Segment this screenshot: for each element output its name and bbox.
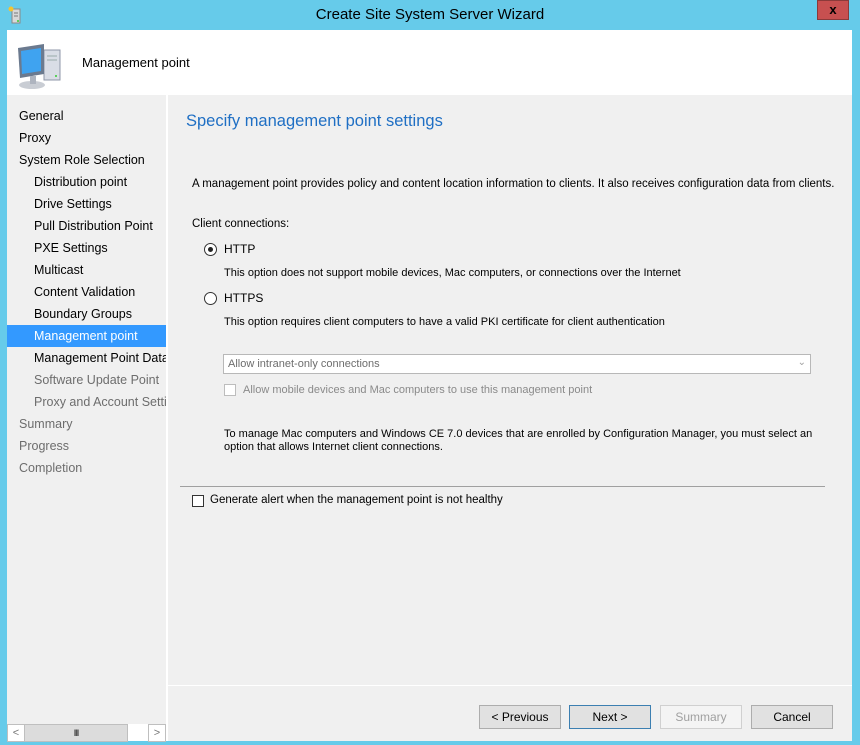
sidebar-item-label: Management point bbox=[34, 329, 138, 343]
sidebar-item-label: Proxy and Account Settin bbox=[34, 395, 166, 409]
sidebar-item-label: Progress bbox=[19, 439, 70, 453]
sidebar-item[interactable]: Summary bbox=[7, 413, 166, 435]
sidebar-item-label: Distribution point bbox=[34, 175, 128, 189]
sidebar-item[interactable]: Proxy and Account Settin bbox=[7, 391, 166, 413]
page-title: Specify management point settings bbox=[186, 112, 443, 130]
window-title: Create Site System Server Wizard bbox=[315, 6, 545, 23]
sidebar-item-label: Management Point Datab bbox=[34, 351, 166, 365]
header-title: Management point bbox=[82, 55, 190, 70]
http-description: This option does not support mobile devi… bbox=[224, 267, 681, 279]
sidebar-item-label: Boundary Groups bbox=[34, 307, 132, 321]
sidebar-item-label: System Role Selection bbox=[19, 153, 145, 167]
https-radio[interactable] bbox=[204, 292, 217, 305]
wizard-steps-nav: General Proxy System Role Selection Distrib… bbox=[7, 95, 166, 724]
sidebar-item[interactable]: Multicast bbox=[7, 259, 166, 281]
sidebar-item[interactable]: Software Update Point bbox=[7, 369, 166, 391]
sidebar-item-label: General bbox=[19, 109, 64, 123]
sidebar-item[interactable]: System Role Selection bbox=[7, 149, 166, 171]
scroll-right-button[interactable]: > bbox=[148, 724, 166, 742]
sidebar-item[interactable]: Content Validation bbox=[7, 281, 166, 303]
sidebar-item[interactable]: PXE Settings bbox=[7, 237, 166, 259]
sidebar-item-label: Software Update Point bbox=[34, 373, 160, 387]
sidebar-item[interactable]: Pull Distribution Point bbox=[7, 215, 166, 237]
cancel-button[interactable]: Cancel bbox=[751, 705, 833, 729]
sidebar-item[interactable]: Drive Settings bbox=[7, 193, 166, 215]
sidebar-item-label: Summary bbox=[19, 417, 73, 431]
generate-alert-label[interactable]: Generate alert when the management point… bbox=[210, 494, 503, 506]
computer-icon bbox=[18, 44, 61, 89]
sidebar-item-label: Multicast bbox=[34, 263, 84, 277]
close-icon: x bbox=[829, 2, 837, 17]
wizard-header: Management point bbox=[7, 30, 852, 95]
sidebar-item-label: Proxy bbox=[19, 131, 51, 145]
sidebar-item[interactable]: Distribution point bbox=[7, 171, 166, 193]
http-label[interactable]: HTTP bbox=[224, 242, 255, 256]
title-bar: Create Site System Server Wizard x bbox=[0, 0, 860, 30]
http-radio[interactable] bbox=[204, 243, 217, 256]
sidebar-item[interactable]: General bbox=[7, 105, 166, 127]
generate-alert-checkbox[interactable] bbox=[192, 495, 204, 507]
https-label[interactable]: HTTPS bbox=[224, 291, 263, 305]
sidebar-item-label: Pull Distribution Point bbox=[34, 219, 153, 233]
chevron-left-icon: < bbox=[12, 727, 20, 739]
sidebar-item[interactable]: Proxy bbox=[7, 127, 166, 149]
sidebar-item[interactable]: Management point bbox=[7, 325, 166, 347]
https-description: This option requires client computers to… bbox=[224, 316, 665, 328]
radio-selected-dot bbox=[208, 247, 213, 252]
sidebar-item-label: Content Validation bbox=[34, 285, 136, 299]
next-button[interactable]: Next > bbox=[569, 705, 651, 729]
summary-button[interactable]: Summary bbox=[660, 705, 742, 729]
grip-icon: III bbox=[73, 728, 79, 738]
sidebar-horizontal-scrollbar[interactable]: < III > bbox=[7, 724, 166, 742]
previous-button[interactable]: < Previous bbox=[479, 705, 561, 729]
scroll-left-button[interactable]: < bbox=[7, 724, 25, 742]
allow-mobile-label: Allow mobile devices and Mac computers t… bbox=[243, 384, 593, 396]
chevron-right-icon: > bbox=[153, 727, 161, 739]
separator bbox=[180, 486, 825, 487]
sidebar-item[interactable]: Progress bbox=[7, 435, 166, 457]
page-description: A management point provides policy and c… bbox=[192, 178, 835, 190]
chevron-down-icon: ⌄ bbox=[797, 357, 806, 368]
sidebar-item-label: Drive Settings bbox=[34, 197, 112, 211]
close-button[interactable]: x bbox=[817, 0, 849, 20]
internet-connections-note: To manage Mac computers and Windows CE 7… bbox=[224, 428, 813, 453]
footer-separator bbox=[168, 685, 852, 686]
content-pane: Specify management point settings A mana… bbox=[168, 95, 852, 741]
connection-type-select[interactable]: Allow intranet-only connections ⌄ bbox=[223, 354, 811, 374]
sidebar-item[interactable]: Completion bbox=[7, 457, 166, 479]
sidebar-item[interactable]: Boundary Groups bbox=[7, 303, 166, 325]
sidebar-item-label: PXE Settings bbox=[34, 241, 108, 255]
sidebar-item-label: Completion bbox=[19, 461, 83, 475]
sidebar-item[interactable]: Management Point Datab bbox=[7, 347, 166, 369]
connection-type-value: Allow intranet-only connections bbox=[228, 358, 380, 370]
client-connections-label: Client connections: bbox=[192, 218, 290, 230]
allow-mobile-checkbox[interactable] bbox=[224, 384, 236, 396]
scroll-thumb[interactable]: III bbox=[24, 724, 128, 742]
